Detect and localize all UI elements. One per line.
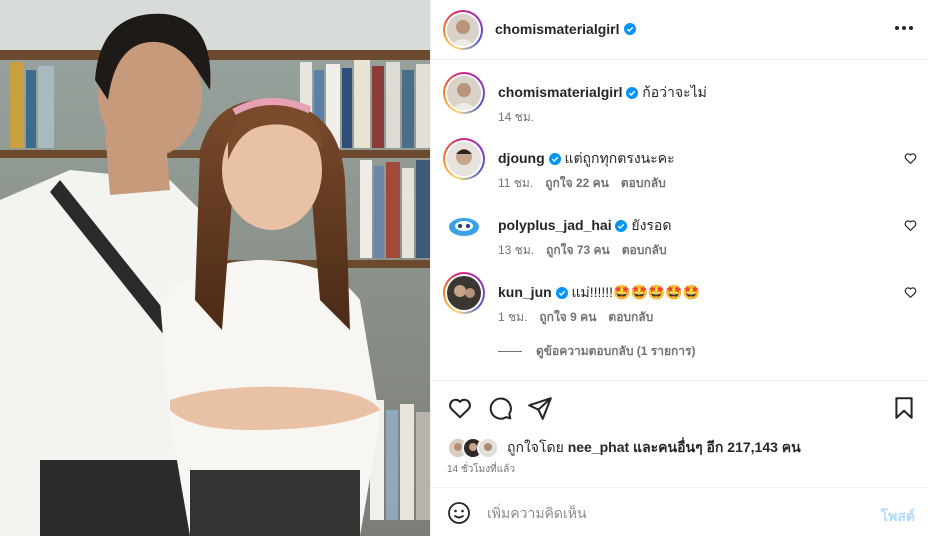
- comment-likes[interactable]: ถูกใจ 9 คน: [539, 308, 596, 327]
- view-replies-button[interactable]: ดูข้อความตอบกลับ (1 รายการ): [498, 342, 695, 361]
- comment-meta: 11 ชม. ถูกใจ 22 คน ตอบกลับ: [498, 174, 666, 193]
- likes-text: ถูกใจโดย nee_phat และคนอื่นๆ อีก 217,143…: [507, 439, 801, 455]
- verified-badge-icon: [626, 87, 639, 100]
- verified-badge-icon: [555, 287, 568, 300]
- comment-line: polyplus_jad_hai ยังรอด: [498, 215, 671, 237]
- bookmark-icon[interactable]: [891, 395, 917, 421]
- comment-time: 1 ชม.: [498, 310, 528, 324]
- comment-like-heart-icon[interactable]: [904, 219, 917, 232]
- comments-list: chomismaterialgirl ก้อว่าจะไม่ 14 ชม. dj…: [431, 60, 928, 380]
- comment-meta: 13 ชม. ถูกใจ 73 คน ตอบกลับ: [498, 241, 667, 260]
- comment-composer: โพสต์: [431, 487, 928, 536]
- post-photo[interactable]: [0, 0, 430, 536]
- comment-text: แต่ถูกทุกตรงนะคะ: [564, 150, 675, 166]
- comment-likes[interactable]: ถูกใจ 73 คน: [546, 241, 610, 260]
- post-timestamp: 14 ชั่วโมงที่แล้ว: [447, 464, 515, 475]
- post-side-panel: chomismaterialgirl chomismaterialgirl ก้…: [430, 0, 928, 536]
- comment-bubble-icon[interactable]: [487, 395, 513, 421]
- comment-avatar[interactable]: [443, 138, 485, 180]
- comment-username[interactable]: djoung: [498, 150, 545, 166]
- post-actions-bar: [431, 380, 928, 436]
- post-comment-button[interactable]: โพสต์: [881, 506, 915, 528]
- comment-username[interactable]: kun_jun: [498, 284, 552, 300]
- comment-like-heart-icon[interactable]: [904, 286, 917, 299]
- comment-text: แม่!!!!!!🤩🤩🤩🤩🤩: [571, 284, 701, 300]
- comment-line: kun_jun แม่!!!!!!🤩🤩🤩🤩🤩: [498, 282, 700, 304]
- caption-item: chomismaterialgirl ก้อว่าจะไม่ 14 ชม.: [443, 72, 917, 124]
- comment-like-heart-icon[interactable]: [904, 152, 917, 165]
- comment-username[interactable]: polyplus_jad_hai: [498, 217, 612, 233]
- more-options-icon[interactable]: [895, 26, 913, 30]
- comment-item: polyplus_jad_hai ยังรอด 13 ชม. ถูกใจ 73 …: [443, 205, 917, 257]
- liker-avatars: [447, 437, 501, 459]
- post-header: chomismaterialgirl: [431, 0, 928, 60]
- comment-item: kun_jun แม่!!!!!!🤩🤩🤩🤩🤩 1 ชม. ถูกใจ 9 คน …: [443, 272, 917, 324]
- view-replies-label: ดูข้อความตอบกลับ (1 รายการ): [536, 344, 696, 358]
- likes-summary: ถูกใจโดย nee_phat และคนอื่นๆ อีก 217,143…: [447, 437, 801, 459]
- like-heart-icon[interactable]: [447, 395, 473, 421]
- verified-badge-icon: [548, 153, 561, 166]
- verified-badge-icon: [615, 220, 628, 233]
- caption-text: ก้อว่าจะไม่: [642, 84, 707, 100]
- comment-avatar[interactable]: [443, 205, 485, 247]
- comment-meta: 1 ชม. ถูกใจ 9 คน ตอบกลับ: [498, 308, 653, 327]
- verified-badge-icon: [623, 23, 636, 35]
- liker-avatar[interactable]: [477, 437, 499, 459]
- replies-divider: [498, 351, 522, 352]
- reply-button[interactable]: ตอบกลับ: [622, 241, 667, 260]
- comment-avatar[interactable]: [443, 272, 485, 314]
- comment-text: ยังรอด: [631, 217, 672, 233]
- comment-item: djoung แต่ถูกทุกตรงนะคะ 11 ชม. ถูกใจ 22 …: [443, 138, 917, 190]
- caption-avatar[interactable]: [443, 72, 485, 114]
- reply-button[interactable]: ตอบกลับ: [608, 308, 653, 327]
- caption-meta: 14 ชม.: [498, 108, 534, 127]
- caption-line: chomismaterialgirl ก้อว่าจะไม่: [498, 82, 707, 104]
- author-username[interactable]: chomismaterialgirl: [495, 21, 636, 37]
- liker-username[interactable]: nee_phat: [568, 439, 629, 455]
- emoji-picker-icon[interactable]: [447, 501, 471, 525]
- comment-time: 13 ชม.: [498, 243, 535, 257]
- caption-time: 14 ชม.: [498, 110, 535, 124]
- comment-time: 11 ชม.: [498, 176, 534, 190]
- comment-input[interactable]: [487, 502, 857, 524]
- caption-username[interactable]: chomismaterialgirl: [498, 84, 623, 100]
- comment-line: djoung แต่ถูกทุกตรงนะคะ: [498, 148, 675, 170]
- reply-button[interactable]: ตอบกลับ: [621, 174, 666, 193]
- author-avatar[interactable]: [443, 10, 483, 50]
- share-send-icon[interactable]: [527, 395, 553, 421]
- post-image: [0, 0, 430, 536]
- comment-likes[interactable]: ถูกใจ 22 คน: [545, 174, 609, 193]
- likes-count-link[interactable]: และคนอื่นๆ อีก 217,143 คน: [629, 439, 801, 455]
